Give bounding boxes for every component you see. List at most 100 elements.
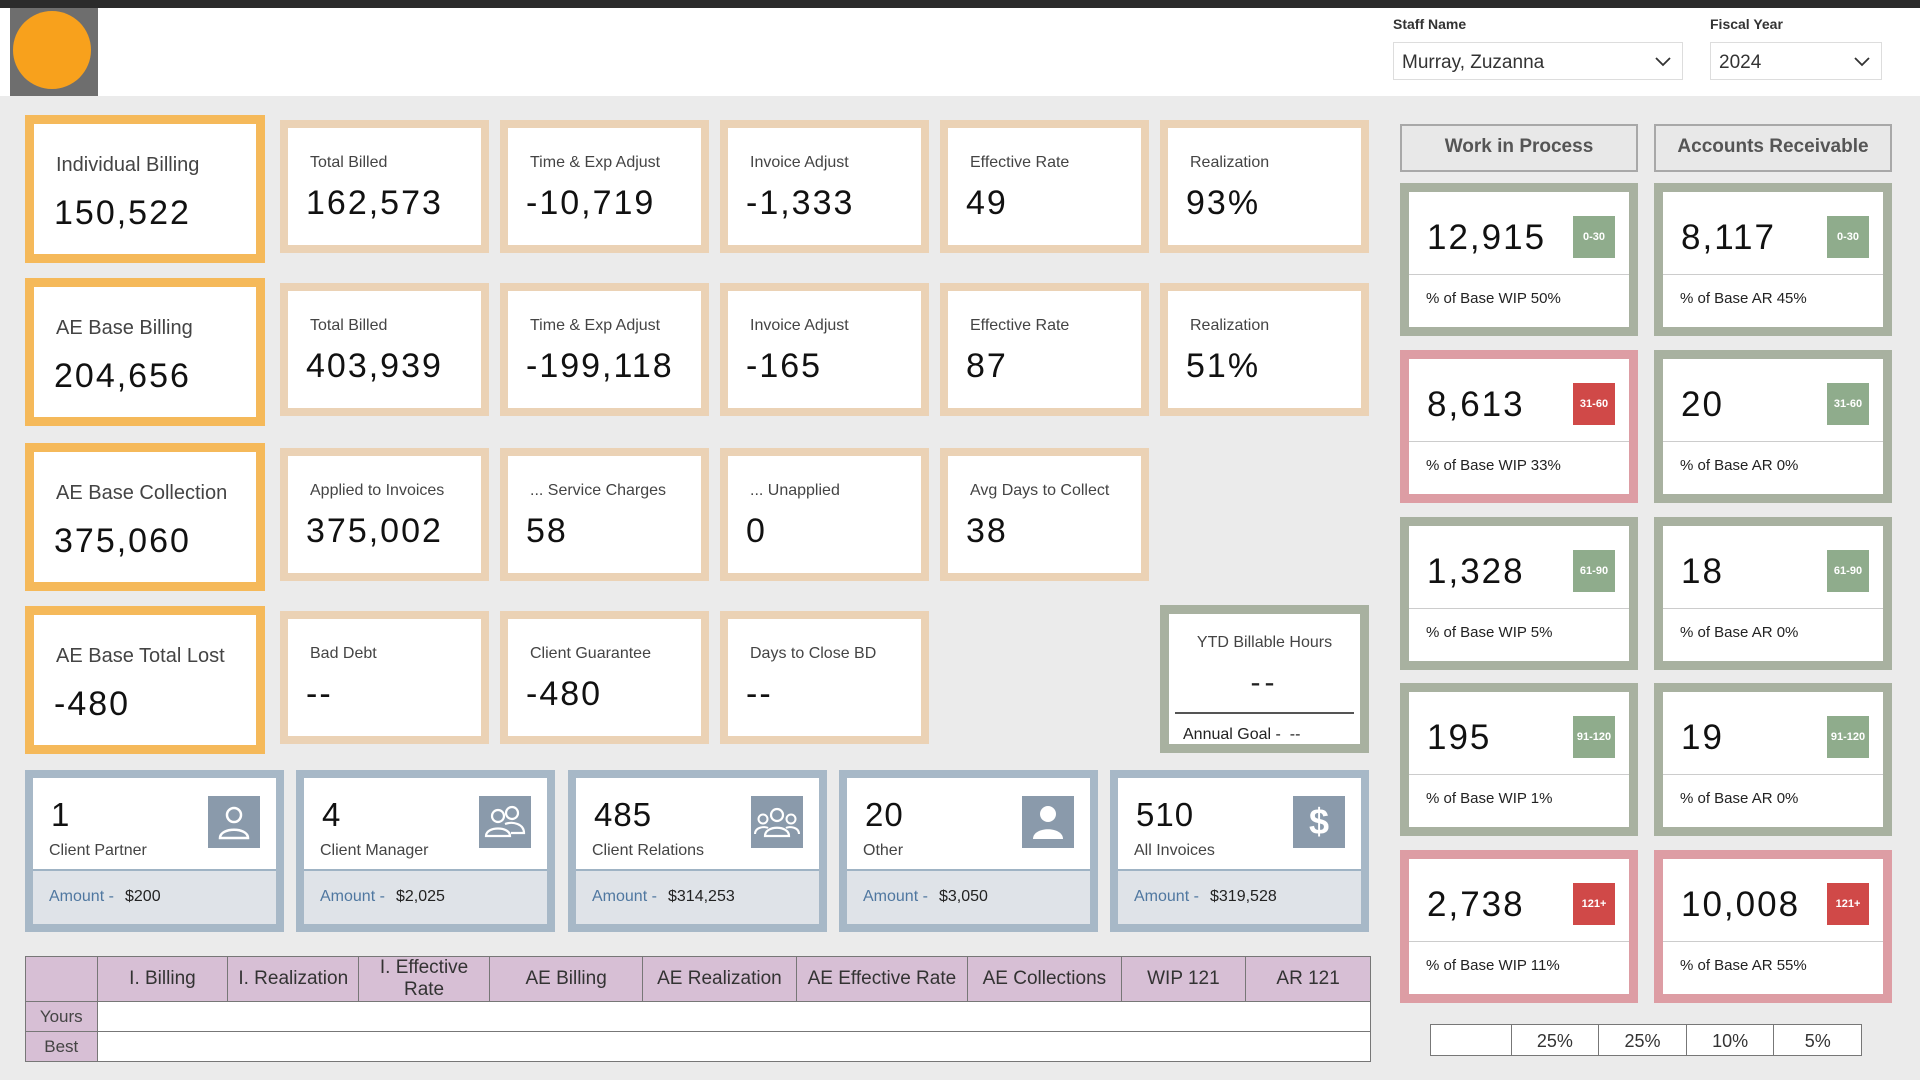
percent-cell: 5%	[1773, 1025, 1861, 1055]
kpi-title: Time & Exp Adjust	[530, 317, 661, 334]
kpi-card: Effective Rate 49	[940, 120, 1149, 253]
work-in-process-button[interactable]: Work in Process	[1400, 124, 1638, 172]
kpi-main-card: AE Base Collection 375,060	[25, 443, 265, 591]
kpi-title: Effective Rate	[970, 154, 1070, 171]
table-cell	[96, 1031, 1372, 1062]
kpi-title: ... Service Charges	[530, 482, 667, 499]
separator	[1409, 608, 1629, 609]
ar-aging-card: 19 91-120 % of Base AR 0%	[1654, 683, 1892, 836]
column-header[interactable]: AE Effective Rate	[795, 956, 969, 1002]
amount-label: Amount -	[863, 888, 928, 905]
kpi-value: 162,573	[306, 184, 443, 222]
wip-aging-card: 12,915 0-30 % of Base WIP 50%	[1400, 183, 1638, 336]
ar-amount: 20	[1681, 385, 1724, 424]
accounts-receivable-button[interactable]: Accounts Receivable	[1654, 124, 1892, 172]
amount-label: Amount -	[49, 888, 114, 905]
wip-percent: % of Base WIP 50%	[1426, 290, 1561, 307]
aging-badge: 121+	[1827, 883, 1869, 925]
kpi-title: ... Unapplied	[750, 482, 840, 499]
ar-amount: 19	[1681, 718, 1724, 757]
staff-dropdown-value: Murray, Zuzanna	[1402, 52, 1545, 73]
wip-percent: % of Base WIP 1%	[1426, 790, 1553, 807]
kpi-main-card: AE Base Billing 204,656	[25, 278, 265, 426]
percent-cell: 25%	[1510, 1025, 1599, 1055]
aging-badge: 61-90	[1827, 550, 1869, 592]
kpi-card: Applied to Invoices 375,002	[280, 448, 489, 581]
kpi-value: -199,118	[526, 347, 674, 385]
aging-badge: 31-60	[1827, 383, 1869, 425]
table-cell	[96, 1001, 1372, 1032]
top-bar	[0, 0, 1920, 8]
separator	[1409, 774, 1629, 775]
ar-aging-card: 10,008 121+ % of Base AR 55%	[1654, 850, 1892, 1003]
ar-amount: 10,008	[1681, 885, 1801, 924]
kpi-card: ... Service Charges 58	[500, 448, 709, 581]
table-header-row: I. Billing I. Realization I. Effective Rat…	[25, 956, 1371, 1002]
column-header[interactable]: WIP 121	[1120, 956, 1247, 1002]
ar-aging-card: 18 61-90 % of Base AR 0%	[1654, 517, 1892, 670]
kpi-card: Avg Days to Collect 38	[940, 448, 1149, 581]
ar-percent: % of Base AR 0%	[1680, 624, 1799, 641]
column-header[interactable]: I. Realization	[227, 956, 360, 1002]
people-count: 1	[51, 796, 71, 833]
ytd-divider	[1175, 712, 1354, 714]
ytd-hours-card: YTD Billable Hours -- Annual Goal - --	[1160, 605, 1369, 753]
kpi-card: Time & Exp Adjust -199,118	[500, 283, 709, 416]
aging-badge: 61-90	[1573, 550, 1615, 592]
aging-badge: 0-30	[1573, 216, 1615, 258]
amount-label: Amount -	[320, 888, 385, 905]
wip-amount: 195	[1427, 718, 1492, 757]
staff-filter-label: Staff Name	[1393, 16, 1467, 32]
svg-text:$: $	[1309, 802, 1329, 842]
row-label: Yours	[25, 1001, 98, 1032]
kpi-card: Time & Exp Adjust -10,719	[500, 120, 709, 253]
separator	[1663, 441, 1883, 442]
column-header[interactable]: AR 121	[1245, 956, 1371, 1002]
amount-value: $2,025	[396, 888, 445, 905]
annual-goal-label: Annual Goal -	[1183, 726, 1281, 743]
two-people-icon	[479, 796, 531, 848]
percent-cell	[1431, 1025, 1511, 1055]
separator	[1663, 274, 1883, 275]
kpi-card: Invoice Adjust -165	[720, 283, 929, 416]
people-count: 20	[865, 796, 904, 833]
kpi-value: 93%	[1186, 184, 1261, 222]
separator	[1409, 441, 1629, 442]
kpi-value: -10,719	[526, 184, 656, 222]
kpi-value: 0	[746, 512, 767, 550]
kpi-title: Client Guarantee	[530, 645, 651, 662]
ar-aging-card: 20 31-60 % of Base AR 0%	[1654, 350, 1892, 503]
percent-cell: 10%	[1685, 1025, 1774, 1055]
year-dropdown[interactable]: 2024	[1710, 42, 1882, 80]
year-filter-label: Fiscal Year	[1710, 16, 1783, 32]
kpi-title: Total Billed	[310, 317, 388, 334]
kpi-value: 375,002	[306, 512, 443, 550]
ar-amount: 8,117	[1681, 218, 1776, 257]
kpi-title: Avg Days to Collect	[970, 482, 1110, 499]
kpi-main-card: AE Base Total Lost -480	[25, 606, 265, 754]
kpi-card: Total Billed 162,573	[280, 120, 489, 253]
column-header[interactable]: I. Effective Rate	[358, 956, 490, 1002]
wip-amount: 8,613	[1427, 385, 1525, 424]
amount-value: $3,050	[939, 888, 988, 905]
column-header[interactable]: I. Billing	[96, 956, 229, 1002]
people-role: All Invoices	[1134, 842, 1215, 859]
kpi-card: Bad Debt --	[280, 611, 489, 744]
ytd-value: --	[1250, 666, 1279, 699]
kpi-title: Invoice Adjust	[750, 317, 849, 334]
wip-amount: 12,915	[1427, 218, 1547, 257]
column-header[interactable]: AE Realization	[642, 956, 797, 1002]
column-header[interactable]: AE Billing	[488, 956, 644, 1002]
amount-value: $200	[125, 888, 161, 905]
year-dropdown-value: 2024	[1719, 52, 1762, 73]
amount-label: Amount -	[592, 888, 657, 905]
staff-dropdown[interactable]: Murray, Zuzanna	[1393, 42, 1683, 80]
kpi-main-value: 375,060	[54, 522, 191, 560]
staff-filter: Staff Name Murray, Zuzanna	[1393, 16, 1683, 80]
column-header[interactable]: AE Collections	[967, 956, 1122, 1002]
amount-value: $314,253	[668, 888, 735, 905]
ar-percent: % of Base AR 0%	[1680, 457, 1799, 474]
people-count: 510	[1136, 796, 1195, 833]
separator	[1409, 274, 1629, 275]
kpi-value: --	[306, 675, 333, 713]
